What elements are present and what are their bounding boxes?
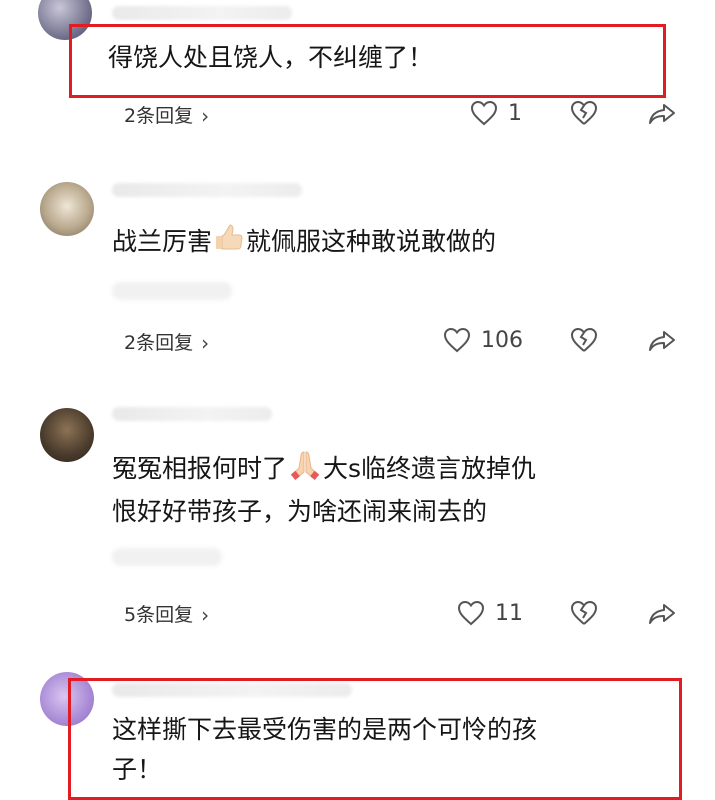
comment-text: 这样撕下去最受伤害的是两个可怜的孩 子！ xyxy=(112,715,538,784)
heart-icon xyxy=(457,600,485,626)
avatar[interactable] xyxy=(40,408,94,462)
avatar[interactable] xyxy=(38,0,92,40)
share-button[interactable] xyxy=(648,102,676,126)
like-count: 106 xyxy=(481,327,523,353)
dislike-button[interactable] xyxy=(570,600,598,626)
heart-icon xyxy=(443,327,471,353)
share-arrow-icon xyxy=(648,329,676,353)
dislike-button[interactable] xyxy=(570,327,598,353)
comment-meta-blurred xyxy=(112,548,222,566)
heart-icon xyxy=(470,100,498,126)
like-button[interactable]: 11 xyxy=(457,600,523,626)
like-button[interactable]: 1 xyxy=(470,100,522,126)
dislike-button[interactable] xyxy=(570,100,598,126)
username-blurred xyxy=(112,683,352,697)
chevron-right-icon: › xyxy=(201,331,210,355)
comment-text: 战兰厉害 就佩服这种敢说敢做的 xyxy=(112,222,496,264)
username-blurred xyxy=(112,6,292,20)
comment-meta-blurred xyxy=(112,282,232,300)
comment-text: 冤冤相报何时了 大s临终遗言放掉仇 恨好好带孩子，为啥还闹来闹去的 xyxy=(112,448,536,532)
broken-heart-icon xyxy=(570,600,598,626)
like-count: 11 xyxy=(495,600,523,626)
chevron-right-icon: › xyxy=(201,104,210,128)
praying-hands-emoji xyxy=(289,448,321,492)
username-blurred xyxy=(112,183,302,197)
replies-label: 2条回复 xyxy=(124,332,194,354)
like-count: 1 xyxy=(508,100,522,126)
share-button[interactable] xyxy=(648,602,676,626)
replies-button[interactable]: 2条回复 › xyxy=(112,323,223,363)
share-button[interactable] xyxy=(648,329,676,353)
broken-heart-icon xyxy=(570,327,598,353)
replies-button[interactable]: 5条回复 › xyxy=(112,595,223,635)
username-blurred xyxy=(112,407,272,421)
chevron-right-icon: › xyxy=(201,603,210,627)
replies-button[interactable]: 2条回复 › xyxy=(112,96,223,136)
replies-label: 5条回复 xyxy=(124,604,194,626)
comment-text: 得饶人处且饶人，不纠缠了！ xyxy=(108,43,434,72)
replies-label: 2条回复 xyxy=(124,105,194,127)
avatar[interactable] xyxy=(40,672,94,726)
thumbs-up-emoji xyxy=(214,222,244,264)
broken-heart-icon xyxy=(570,100,598,126)
share-arrow-icon xyxy=(648,102,676,126)
avatar[interactable] xyxy=(40,182,94,236)
like-button[interactable]: 106 xyxy=(443,327,523,353)
share-arrow-icon xyxy=(648,602,676,626)
